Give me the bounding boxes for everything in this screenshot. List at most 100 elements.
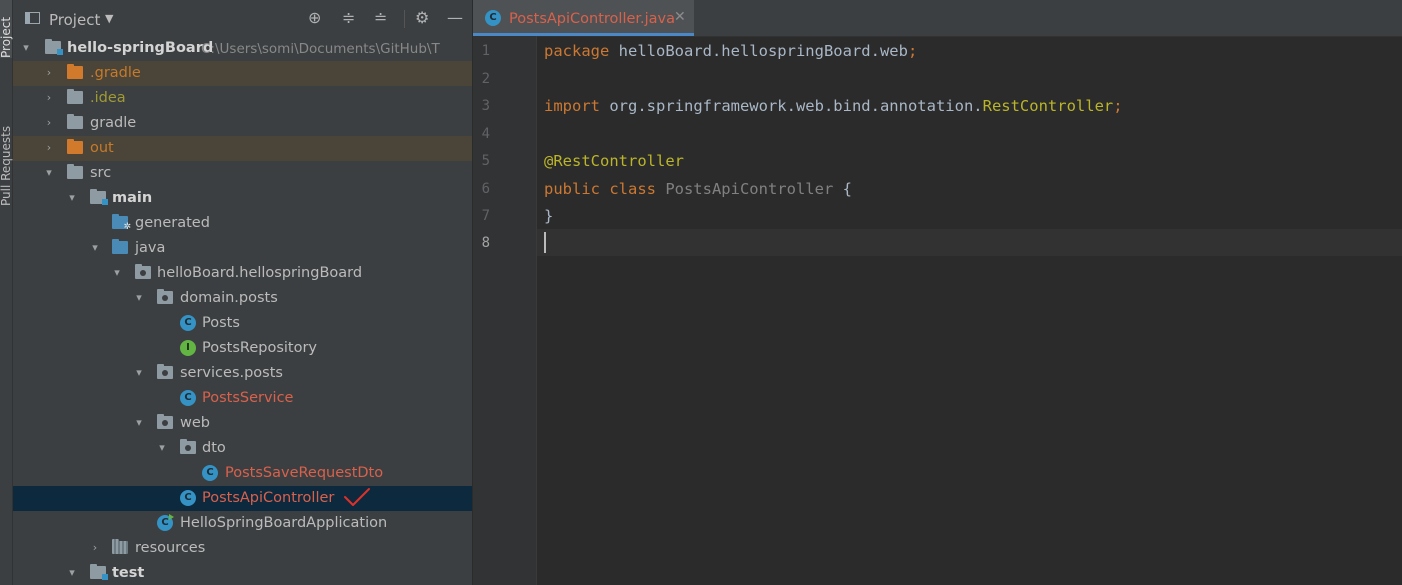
code-editor: C PostsApiController.java ✕ 1 2 3 4 5 6 …	[473, 0, 1402, 585]
tree-item-label: PostsApiController	[202, 490, 335, 506]
chevron-down-icon[interactable]: ▾	[20, 41, 32, 55]
tree-row-idea[interactable]: › .idea	[13, 86, 472, 111]
tree-row-resources[interactable]: › resources	[13, 536, 472, 561]
chevron-down-icon[interactable]: ▾	[133, 416, 145, 430]
editor-tab-bar: C PostsApiController.java ✕	[473, 0, 1402, 37]
tree-row-out[interactable]: › out	[13, 136, 472, 161]
tree-row-hello-springboard[interactable]: ▾ hello-springBoard C:\Users\somi\Docume…	[13, 36, 472, 61]
red-checkmark-annotation	[344, 488, 370, 506]
tree-item-label: web	[180, 415, 210, 431]
tree-row-generated[interactable]: generated	[13, 211, 472, 236]
line-number-current: 8	[481, 235, 490, 251]
tree-row-gradle-cache[interactable]: › .gradle	[13, 61, 472, 86]
tree-item-label: out	[90, 140, 114, 156]
brace: }	[544, 207, 554, 225]
chevron-right-icon[interactable]: ›	[43, 91, 55, 105]
tree-row-posts-save-request-dto[interactable]: C PostsSaveRequestDto	[13, 461, 472, 486]
resources-folder-icon	[112, 539, 128, 554]
tree-item-label: domain.posts	[180, 290, 278, 306]
tree-row-web[interactable]: ▾ web	[13, 411, 472, 436]
tool-window-strip: Project Pull Requests	[0, 0, 13, 585]
tree-row-hello-spring-board-application[interactable]: C HelloSpringBoardApplication	[13, 511, 472, 536]
tree-row-posts-api-controller[interactable]: C PostsApiController	[13, 486, 472, 511]
chevron-down-icon[interactable]: ▾	[66, 191, 78, 205]
chevron-right-icon[interactable]: ›	[43, 116, 55, 130]
generated-folder-icon	[112, 214, 131, 232]
tree-item-label: Posts	[202, 315, 240, 331]
tree-item-label: PostsSaveRequestDto	[225, 465, 384, 481]
module-folder-icon	[45, 39, 63, 55]
brace: {	[833, 180, 852, 198]
class-icon: C	[180, 490, 196, 506]
chevron-right-icon[interactable]: ›	[43, 66, 55, 80]
tree-row-gradle[interactable]: › gradle	[13, 111, 472, 136]
pull-requests-tool-tab[interactable]: Pull Requests	[0, 96, 13, 206]
tree-row-root-package[interactable]: ▾ helloBoard.hellospringBoard	[13, 261, 472, 286]
hide-panel-icon[interactable]: —	[447, 10, 463, 26]
code-line-5[interactable]: @RestController	[544, 152, 684, 170]
chevron-down-icon[interactable]: ▾	[133, 291, 145, 305]
chevron-down-icon[interactable]: ▾	[133, 366, 145, 380]
collapse-all-icon[interactable]: ≐	[374, 10, 387, 26]
locate-file-icon[interactable]: ⊕	[308, 10, 321, 26]
project-window-icon	[25, 12, 40, 24]
code-line-6[interactable]: public class PostsApiController {	[544, 180, 852, 198]
tree-row-domain-posts[interactable]: ▾ domain.posts	[13, 286, 472, 311]
expand-all-icon[interactable]: ≑	[342, 10, 355, 26]
tree-row-dto[interactable]: ▾ dto	[13, 436, 472, 461]
import-class: RestController	[982, 97, 1114, 115]
tab-title: PostsApiController.java	[509, 11, 676, 27]
line-number: 4	[481, 126, 490, 142]
package-icon	[157, 414, 173, 429]
line-number: 1	[481, 43, 490, 59]
tree-row-src[interactable]: ▾ src	[13, 161, 472, 186]
code-line-3[interactable]: import org.springframework.web.bind.anno…	[544, 97, 1123, 115]
code-line-1[interactable]: package helloBoard.hellospringBoard.web;	[544, 42, 917, 60]
tree-item-label: .idea	[90, 90, 126, 106]
folder-icon	[67, 114, 83, 129]
folder-icon	[67, 64, 83, 79]
folder-icon	[67, 89, 83, 104]
toolbar-divider	[404, 10, 405, 28]
project-panel-header: Project ▼ ⊕ ≑ ≐ ⚙ —	[13, 0, 472, 36]
chevron-down-icon[interactable]: ▾	[66, 566, 78, 580]
chevron-down-icon[interactable]: ▾	[156, 441, 168, 455]
package-icon	[135, 264, 151, 279]
module-folder-icon	[90, 189, 108, 205]
tree-item-label: test	[112, 565, 145, 581]
gear-icon[interactable]: ⚙	[415, 10, 429, 26]
tree-row-main[interactable]: ▾ main	[13, 186, 472, 211]
tree-row-services-posts[interactable]: ▾ services.posts	[13, 361, 472, 386]
project-panel: Project ▼ ⊕ ≑ ≐ ⚙ — ▾ hello-springBoard …	[13, 0, 472, 585]
tree-item-label: services.posts	[180, 365, 283, 381]
line-number: 7	[481, 208, 490, 224]
package-icon	[157, 364, 173, 379]
class-icon: C	[180, 315, 196, 331]
tree-row-posts-repository[interactable]: I PostsRepository	[13, 336, 472, 361]
current-line-highlight	[537, 229, 1402, 256]
tree-item-label: java	[135, 240, 166, 256]
tree-item-label: main	[112, 190, 153, 206]
view-dropdown-icon[interactable]: ▼	[105, 12, 113, 25]
line-number: 6	[481, 181, 490, 197]
close-icon[interactable]: ✕	[674, 9, 686, 25]
tree-item-label: resources	[135, 540, 206, 556]
tree-row-test[interactable]: ▾ test	[13, 561, 472, 585]
chevron-right-icon[interactable]: ›	[43, 141, 55, 155]
editor-tab-posts-api-controller[interactable]: C PostsApiController.java ✕	[473, 0, 694, 36]
tree-row-posts-service[interactable]: C PostsService	[13, 386, 472, 411]
chevron-down-icon[interactable]: ▾	[89, 241, 101, 255]
annotation: @RestController	[544, 152, 684, 170]
tree-row-posts[interactable]: C Posts	[13, 311, 472, 336]
line-number: 5	[481, 153, 490, 169]
chevron-right-icon[interactable]: ›	[89, 541, 101, 555]
chevron-down-icon[interactable]: ▾	[111, 266, 123, 280]
chevron-down-icon[interactable]: ▾	[43, 166, 55, 180]
package-icon	[180, 439, 196, 454]
code-line-7[interactable]: }	[544, 207, 553, 225]
project-tool-tab[interactable]: Project	[0, 0, 13, 58]
tree-row-java[interactable]: ▾ java	[13, 236, 472, 261]
project-path: C:\Users\somi\Documents\GitHub\T	[201, 41, 440, 57]
panel-title[interactable]: Project	[49, 11, 100, 29]
source-folder-icon	[112, 239, 128, 254]
